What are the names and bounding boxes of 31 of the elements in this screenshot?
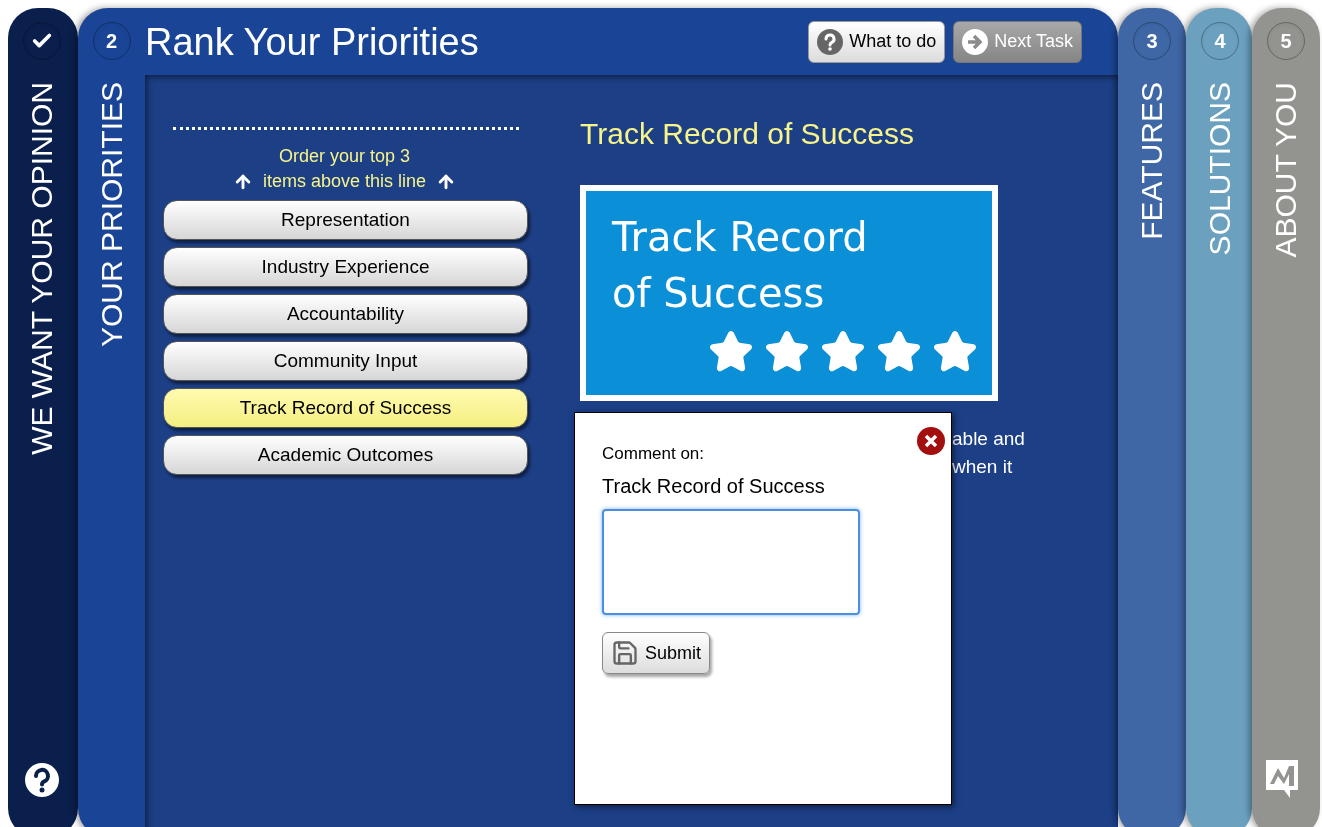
save-icon [611,639,639,667]
logo-icon [1266,760,1298,800]
priority-item[interactable]: Track Record of Success [163,388,528,428]
instruction-text: items above this line [262,170,427,193]
step-label[interactable]: FEATURES [1137,82,1167,240]
priority-item[interactable]: Accountability [163,294,528,334]
help-icon [817,28,844,55]
what-to-do-button[interactable]: What to do [808,20,946,63]
page-title: Rank Your Priorities [145,22,479,61]
submit-button[interactable]: Submit [602,632,711,674]
detail-title: Track Record of Success [580,119,914,149]
priority-item[interactable]: Representation [163,200,528,240]
help-icon[interactable] [24,762,60,798]
comment-input[interactable] [602,509,860,615]
image-caption: of Success [612,269,826,318]
instruction-text: Order your top 3 [278,145,411,168]
priority-item[interactable]: Academic Outcomes [163,435,528,475]
priority-item[interactable]: Industry Experience [163,247,528,287]
description-text: able and [952,427,1025,451]
step-tab[interactable]: WE WANT YOUR OPINION [8,8,78,827]
close-button[interactable] [917,427,945,455]
priority-item[interactable]: Community Input [163,341,528,381]
arrow-circle-icon [962,28,989,55]
comment-label: Comment on: [602,443,706,465]
step-tab[interactable]: 3 FEATURES [1118,8,1186,827]
step-label[interactable]: YOUR PRIORITIES [96,82,127,348]
close-icon [924,434,938,448]
image-caption: Track Record [612,213,869,262]
comment-subject: Track Record of Success [602,474,826,499]
step-label[interactable]: WE WANT YOUR OPINION [27,82,57,455]
description-text: when it [952,455,1014,479]
